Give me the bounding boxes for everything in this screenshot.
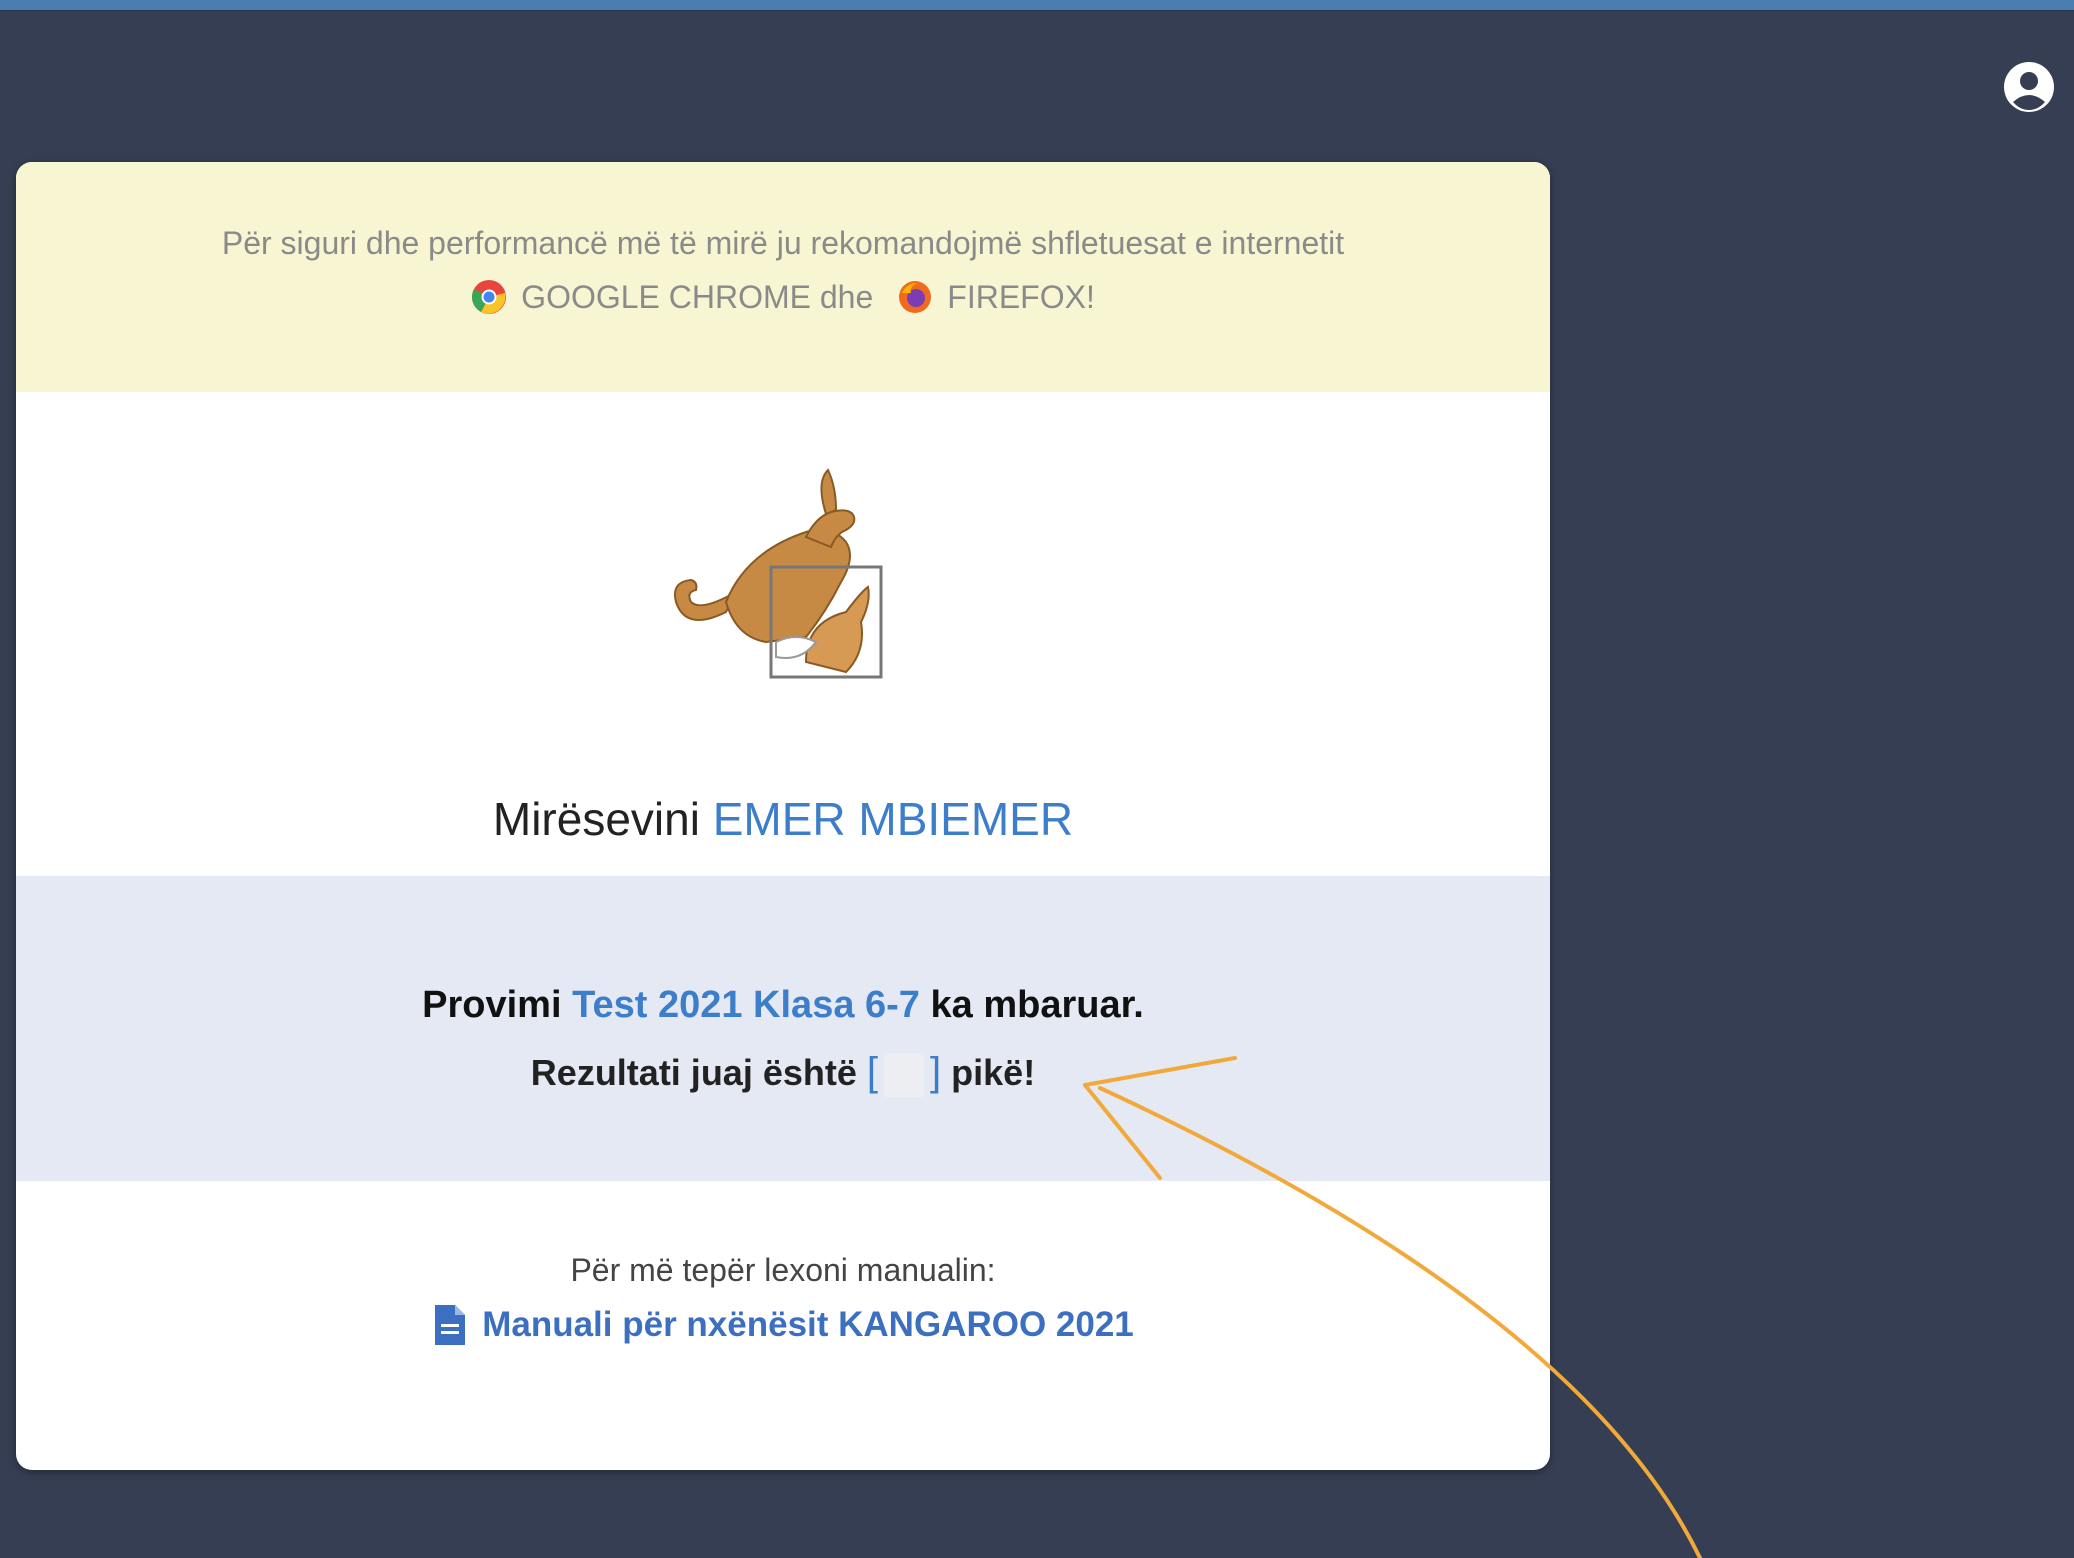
manual-link-label[interactable]: Manuali për nxënësit KANGAROO 2021 bbox=[482, 1305, 1134, 1345]
firefox-label: FIREFOX! bbox=[947, 279, 1095, 315]
document-icon bbox=[435, 1305, 466, 1345]
top-bar bbox=[0, 0, 2074, 11]
notice-browsers: GOOGLE CHROME dhe FIREFOX! bbox=[16, 279, 1550, 315]
chrome-icon bbox=[472, 280, 507, 314]
exam-suffix: ka mbaruar. bbox=[930, 984, 1144, 1026]
score-suffix: pikë! bbox=[951, 1052, 1036, 1093]
welcome-greeting: Mirësevini bbox=[492, 793, 700, 845]
kangaroo-logo bbox=[674, 468, 883, 679]
user-circle-icon[interactable] bbox=[2002, 60, 2056, 114]
user-name: EMER MBIEMER bbox=[712, 793, 1074, 845]
browser-notice: Për siguri dhe performancë më të mirë ju… bbox=[16, 162, 1550, 392]
score-prefix: Rezultati juaj është bbox=[530, 1052, 857, 1093]
exam-prefix: Provimi bbox=[422, 984, 562, 1026]
welcome-heading: Mirësevini EMER MBIEMER bbox=[16, 792, 1550, 846]
score-value bbox=[884, 1053, 925, 1098]
manual-link[interactable]: Manuali për nxënësit KANGAROO 2021 bbox=[16, 1302, 1550, 1348]
result-section bbox=[16, 876, 1550, 1181]
manual-intro: Për më tepër lexoni manualin: bbox=[570, 1252, 996, 1288]
score-line: Rezultati juaj është [] pikë! bbox=[16, 1050, 1550, 1098]
score-open-bracket: [ bbox=[866, 1050, 879, 1094]
chrome-label: GOOGLE CHROME dhe bbox=[521, 279, 874, 315]
main-card: Për siguri dhe performancë më të mirë ju… bbox=[16, 162, 1550, 1470]
exam-status: Provimi Test 2021 Klasa 6-7 ka mbaruar. bbox=[16, 984, 1550, 1027]
firefox-icon bbox=[899, 281, 932, 313]
exam-name: Test 2021 Klasa 6-7 bbox=[572, 984, 920, 1026]
score-close-bracket: ] bbox=[930, 1050, 942, 1094]
notice-text: Për siguri dhe performancë më të mirë ju… bbox=[221, 225, 1345, 261]
